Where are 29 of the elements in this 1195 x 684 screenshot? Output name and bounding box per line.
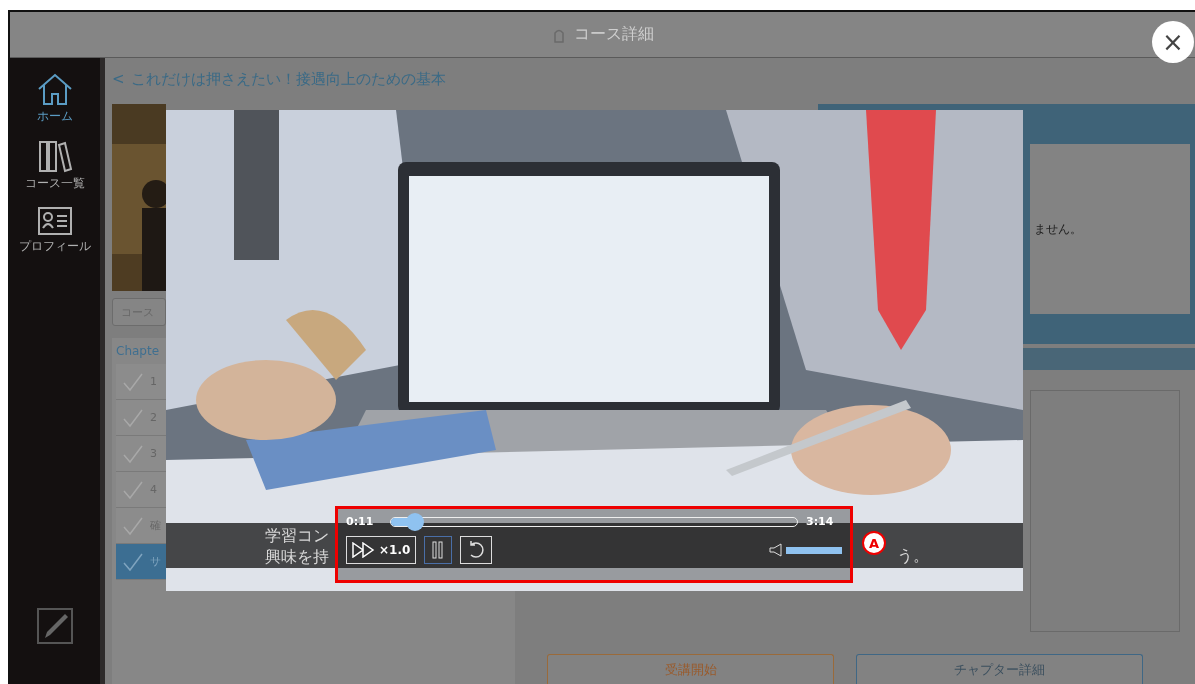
volume-slider[interactable]	[786, 546, 842, 554]
profile-card-icon	[37, 206, 73, 236]
check-icon	[122, 551, 144, 572]
replay-button[interactable]	[460, 536, 493, 564]
pencil-icon[interactable]	[37, 608, 73, 644]
check-icon	[122, 371, 144, 392]
home-icon	[37, 72, 73, 106]
speed-button[interactable]: ×1.0	[346, 536, 417, 564]
pause-button[interactable]	[424, 536, 453, 564]
sidebar-item[interactable]: ホーム	[37, 72, 73, 125]
start-button[interactable]: 受講開始	[547, 654, 834, 684]
subtitle-line: 興味を持	[265, 545, 330, 567]
check-icon	[122, 443, 144, 464]
window-title: コース詳細	[573, 24, 654, 45]
speaker-icon[interactable]	[769, 543, 783, 557]
chapter-item[interactable]: サ	[116, 544, 166, 580]
info-text: ません。	[1034, 220, 1082, 238]
chapter-heading: Chapte	[116, 344, 161, 360]
subtitle-line: う。	[897, 545, 929, 566]
check-icon	[122, 515, 144, 536]
subtitle-line: 学習コン	[265, 524, 330, 546]
check-icon	[122, 407, 144, 428]
back-button[interactable]: <	[112, 70, 125, 88]
sidebar-item[interactable]: コース一覧	[25, 139, 85, 192]
course-title: これだけは押さえたい！接遇向上のための基本	[130, 69, 446, 89]
sidebar-item[interactable]: プロフィール	[19, 206, 91, 255]
fast-forward-icon	[352, 542, 376, 558]
books-icon	[37, 139, 73, 173]
check-icon	[122, 479, 144, 500]
